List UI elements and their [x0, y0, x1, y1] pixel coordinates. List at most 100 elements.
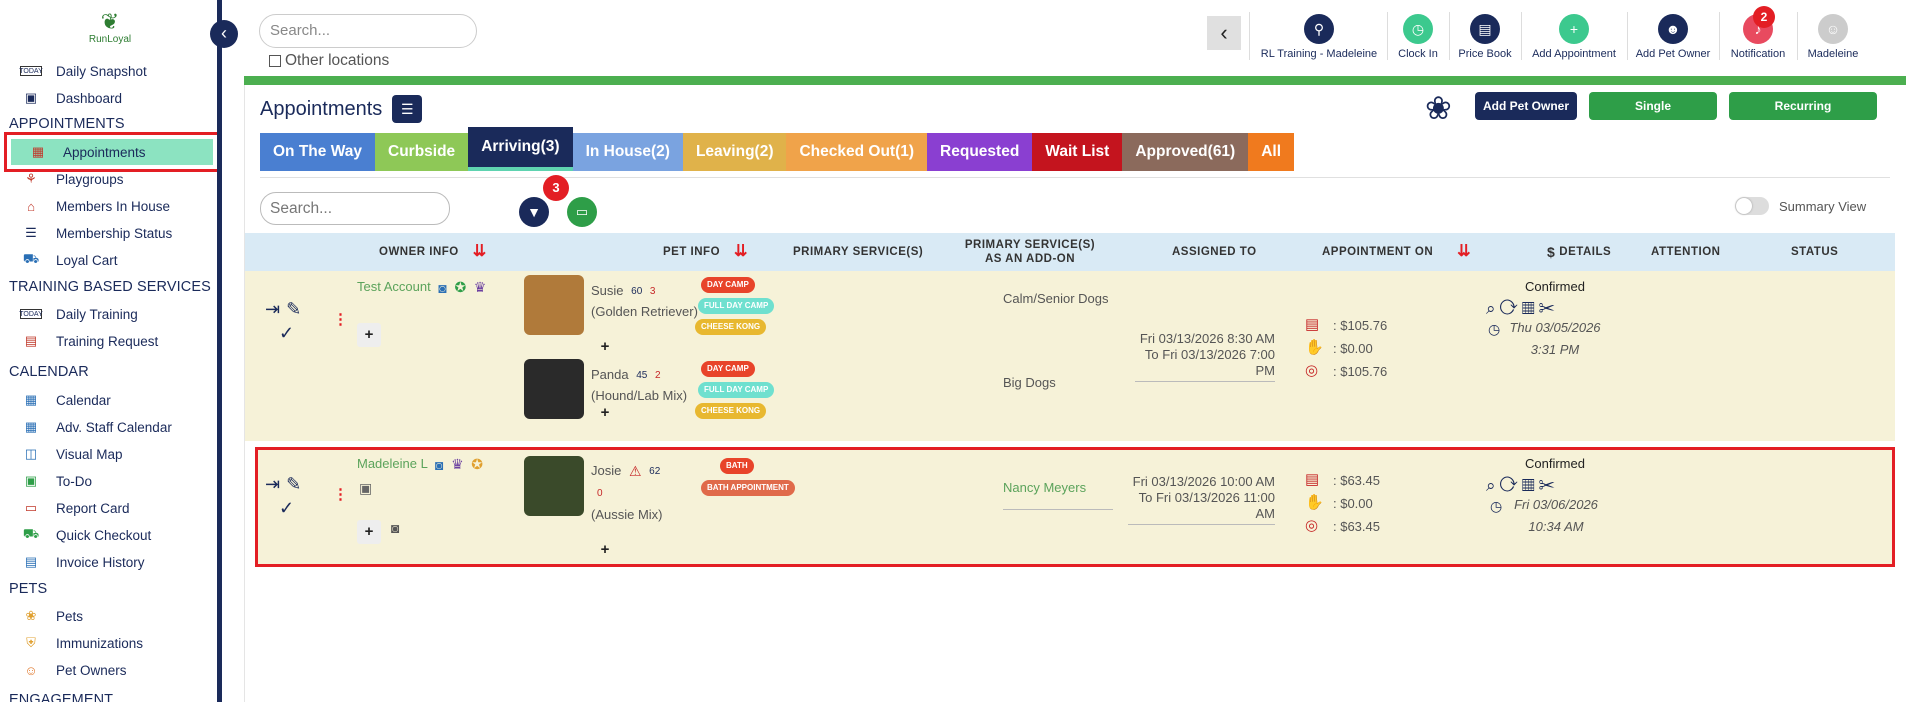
table-row[interactable]: ⇥✎ ✓ ⋮ Madeleine L ◙ ♛ ✪ ▣ + ◙ Josie ⚠ 6…: [255, 447, 1895, 567]
status-action-icons[interactable]: ⌕⟳▦✂: [1486, 476, 1559, 496]
paw-check-icon[interactable]: ✓: [279, 323, 300, 344]
tab-checked-out[interactable]: Checked Out(1): [786, 133, 928, 171]
global-search-input[interactable]: Search...: [259, 14, 477, 48]
invoice-icon[interactable]: ▤: [1305, 470, 1327, 490]
add-pet-note-button[interactable]: +: [593, 401, 617, 425]
recurring-appointment-button[interactable]: Recurring Appointment: [1729, 92, 1877, 141]
pet-photo-panda[interactable]: [524, 359, 584, 419]
sidebar-item-daily-snapshot[interactable]: TODAY Daily Snapshot: [19, 60, 147, 82]
add-pet-owner-button[interactable]: Add Pet Owner: [1475, 92, 1577, 120]
tab-requested[interactable]: Requested: [927, 133, 1033, 171]
sidebar-item-visual-map[interactable]: ◫ Visual Map: [20, 443, 123, 465]
other-locations-checkbox[interactable]: Other locations: [269, 52, 389, 70]
sort-icon[interactable]: ⇊: [473, 244, 487, 260]
coins-icon[interactable]: ◎: [1305, 516, 1327, 536]
clock-in-button[interactable]: ◷ Clock In: [1393, 14, 1443, 64]
today-icon: TODAY: [19, 309, 43, 319]
status-action-icons[interactable]: ⌕⟳▦✂: [1486, 299, 1559, 319]
folder-button[interactable]: ▭: [567, 197, 597, 227]
single-appointment-button[interactable]: Single Appointment: [1589, 92, 1717, 141]
weight-icon: 45: [636, 369, 648, 381]
sidebar-item-appointments[interactable]: ▦ Appointments: [4, 132, 217, 172]
tab-approved[interactable]: Approved(61): [1122, 133, 1249, 171]
sidebar-item-report-card[interactable]: ▭ Report Card: [20, 497, 130, 519]
location-pin-icon: ⚲: [1304, 14, 1334, 44]
notification-button[interactable]: ♪ 2 Notification: [1725, 6, 1791, 64]
add-pet-owner-top-button[interactable]: ☻ Add Pet Owner: [1633, 14, 1713, 64]
add-pet-note-button[interactable]: +: [593, 335, 617, 359]
weight-icon: 60: [631, 285, 643, 297]
sidebar-item-members-in-house[interactable]: ⌂ Members In House: [20, 195, 170, 217]
shield-icon: ⛨: [26, 635, 36, 650]
sidebar-item-loyal-cart[interactable]: ⛟ Loyal Cart: [20, 249, 118, 271]
more-options-icon[interactable]: ⋮: [333, 312, 348, 327]
status-badge: Confirmed: [1525, 456, 1585, 471]
toggle-switch: [1735, 197, 1769, 215]
visit-count-icon: 3: [649, 285, 656, 297]
filter-button[interactable]: ▼: [519, 197, 549, 227]
sidebar-item-adv-staff-calendar[interactable]: ▦ Adv. Staff Calendar: [20, 416, 172, 438]
sidebar-item-quick-checkout[interactable]: ⛟ Quick Checkout: [20, 524, 151, 546]
sidebar-item-training-request[interactable]: ▤ Training Request: [20, 330, 158, 352]
appointment-search-input[interactable]: Search...: [260, 192, 450, 225]
collapse-sidebar-button[interactable]: ‹: [210, 20, 238, 48]
tab-arriving[interactable]: Arriving(3): [468, 127, 573, 171]
sidebar-item-immunizations[interactable]: ⛨ Immunizations: [20, 632, 143, 654]
tab-all[interactable]: All: [1248, 133, 1295, 171]
col-primary-services: PRIMARY SERVICE(S): [793, 246, 924, 258]
assigned-to[interactable]: Nancy Meyers: [1003, 480, 1113, 510]
location-button[interactable]: ⚲ RL Training - Madeleine: [1257, 14, 1381, 64]
pet-photo-josie[interactable]: [524, 456, 584, 516]
invoice-icon[interactable]: ▤: [1305, 315, 1327, 335]
back-button[interactable]: ‹: [1207, 16, 1241, 50]
sort-icon[interactable]: ⇊: [1457, 244, 1471, 260]
more-options-icon[interactable]: ⋮: [333, 487, 348, 502]
paw-check-icon[interactable]: ✓: [279, 498, 300, 519]
camera-icon[interactable]: ◙: [391, 520, 399, 536]
owner-name-link[interactable]: Test Account: [357, 279, 431, 294]
profile-button[interactable]: ☺ Madeleine: [1803, 14, 1863, 64]
tab-on-the-way[interactable]: On The Way: [260, 133, 375, 171]
chat-icon[interactable]: ◙: [435, 457, 443, 473]
sort-icon[interactable]: ⇊: [734, 244, 748, 260]
add-owner-note-button[interactable]: +: [357, 520, 381, 544]
sidebar-item-pet-owners[interactable]: ☺ Pet Owners: [20, 659, 126, 681]
details-balance: ◎: $105.76: [1305, 361, 1388, 381]
pet-photo-susie[interactable]: [524, 275, 584, 335]
service-pill: CHEESE KONG: [695, 403, 767, 419]
tab-in-house[interactable]: In House(2): [572, 133, 683, 171]
checkin-icon[interactable]: ⇥✎: [265, 474, 307, 495]
summary-view-toggle[interactable]: Summary View: [1735, 197, 1866, 215]
sidebar-item-playgroups[interactable]: ⚘ Playgroups: [20, 168, 123, 190]
checkin-icon[interactable]: ⇥✎: [265, 299, 307, 320]
chat-icon[interactable]: ◙: [438, 280, 446, 296]
sidebar-item-daily-training[interactable]: TODAY Daily Training: [19, 303, 138, 325]
hand-dollar-icon[interactable]: ✋: [1305, 338, 1327, 358]
dollar-icon: $: [1547, 244, 1556, 260]
add-appointment-button[interactable]: + Add Appointment: [1527, 14, 1621, 64]
sidebar-item-calendar[interactable]: ▦ Calendar: [20, 389, 111, 411]
sidebar-item-membership-status[interactable]: ☰ Membership Status: [20, 222, 172, 244]
tab-leaving[interactable]: Leaving(2): [682, 133, 787, 171]
appointment-time: Fri 03/13/2026 8:30 AM To Fri 03/13/2026…: [1135, 331, 1275, 382]
paw-icon: ❀: [1425, 90, 1452, 126]
tab-curbside[interactable]: Curbside: [375, 133, 469, 171]
add-pet-note-button[interactable]: +: [593, 538, 617, 562]
main-content: Appointments ☰ ❀ Add Pet Owner Single Ap…: [244, 85, 1906, 702]
sidebar-item-invoice-history[interactable]: ▤ Invoice History: [20, 551, 145, 573]
crown-icon: ♛: [451, 456, 464, 473]
paw-icon: ❀: [25, 608, 37, 623]
sidebar-item-pets[interactable]: ❀ Pets: [20, 605, 83, 627]
add-owner-note-button[interactable]: +: [357, 323, 381, 347]
section-calendar: CALENDAR: [9, 364, 89, 380]
hand-dollar-icon[interactable]: ✋: [1305, 493, 1327, 513]
coins-icon[interactable]: ◎: [1305, 361, 1327, 381]
sidebar-item-todo[interactable]: ▣ To-Do: [20, 470, 92, 492]
owner-name-link[interactable]: Madeleine L: [357, 456, 427, 471]
list-view-button[interactable]: ☰: [392, 95, 423, 123]
sidebar-item-dashboard[interactable]: ▣ Dashboard: [20, 87, 122, 109]
price-book-button[interactable]: ▤ Price Book: [1455, 14, 1515, 64]
tab-wait-list[interactable]: Wait List: [1032, 133, 1123, 171]
avatar: ☺: [1818, 14, 1848, 44]
table-row[interactable]: ⇥✎ ✓ ⋮ Test Account ◙ ✪ ♛ + Susie 60 3 (…: [245, 271, 1895, 441]
